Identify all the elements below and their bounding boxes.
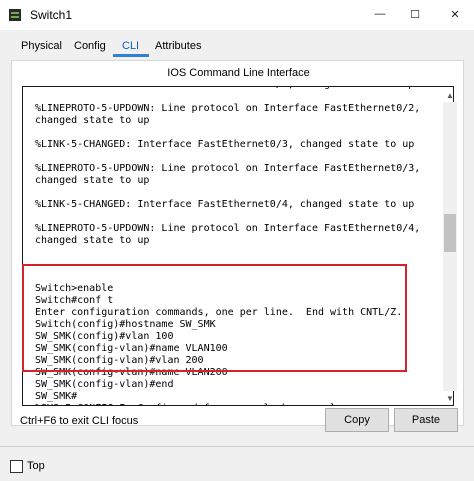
- terminal-line: %LINK-5-CHANGED: Interface FastEthernet0…: [35, 199, 415, 210]
- minimize-button[interactable]: —: [363, 0, 397, 28]
- maximize-button[interactable]: ☐: [398, 0, 432, 28]
- cli-terminal[interactable]: %LINK-5-CHANGED: Interface FastEthernet0…: [22, 86, 454, 406]
- title-bar: Switch1 — ☐ ✕: [0, 0, 474, 30]
- arrow-up-icon: ▲: [446, 90, 454, 100]
- top-checkbox-label: Top: [27, 460, 45, 472]
- terminal-line: %LINEPROTO-5-UPDOWN: Line protocol on In…: [35, 163, 421, 174]
- scroll-down-button[interactable]: ▼: [443, 391, 457, 405]
- close-icon: ✕: [450, 8, 460, 21]
- terminal-line: Enter configuration commands, one per li…: [35, 307, 403, 318]
- terminal-output: %LINK-5-CHANGED: Interface FastEthernet0…: [35, 87, 421, 405]
- arrow-down-icon: ▼: [446, 393, 454, 403]
- minimize-icon: —: [374, 8, 386, 20]
- tab-attributes[interactable]: Attributes: [155, 40, 201, 56]
- terminal-line: %SYS-5-CONFIG_I: Configured from console…: [35, 403, 420, 405]
- terminal-line: SW_SMK(config-vlan)#end: [35, 379, 174, 390]
- terminal-line: %LINEPROTO-5-UPDOWN: Line protocol on In…: [35, 223, 421, 234]
- terminal-line: %LINK-5-CHANGED: Interface FastEthernet0…: [35, 87, 420, 91]
- footer-divider: [0, 446, 474, 447]
- copy-button[interactable]: Copy: [325, 408, 389, 432]
- terminal-line: Switch#conf t: [35, 295, 114, 306]
- paste-button[interactable]: Paste: [394, 408, 458, 432]
- terminal-line: Switch>enable: [35, 283, 114, 294]
- terminal-line: SW_SMK(config-vlan)#name VLAN200: [35, 367, 228, 378]
- close-button[interactable]: ✕: [438, 0, 472, 28]
- tab-config[interactable]: Config: [74, 40, 106, 56]
- selected-tab-indicator: [113, 54, 149, 57]
- top-checkbox[interactable]: [10, 460, 23, 473]
- terminal-line: changed state to up: [35, 235, 150, 246]
- tab-physical[interactable]: Physical: [21, 40, 62, 56]
- terminal-line: SW_SMK(config)#vlan 100: [35, 331, 174, 342]
- cli-focus-hint: Ctrl+F6 to exit CLI focus: [20, 415, 139, 427]
- terminal-line: %LINEPROTO-5-UPDOWN: Line protocol on In…: [35, 103, 421, 114]
- scroll-up-button[interactable]: ▲: [443, 88, 457, 102]
- cli-panel: IOS Command Line Interface %LINK-5-CHANG…: [11, 60, 464, 426]
- terminal-line: changed state to up: [35, 175, 150, 186]
- terminal-line: SW_SMK#: [35, 391, 78, 402]
- terminal-line: %LINK-5-CHANGED: Interface FastEthernet0…: [35, 139, 415, 150]
- scrollbar-thumb[interactable]: [444, 214, 456, 252]
- terminal-line: SW_SMK(config-vlan)#vlan 200: [35, 355, 204, 366]
- cli-panel-title: IOS Command Line Interface: [167, 67, 310, 79]
- terminal-line: SW_SMK(config-vlan)#name VLAN100: [35, 343, 228, 354]
- maximize-icon: ☐: [410, 8, 420, 21]
- terminal-line: changed state to up: [35, 115, 150, 126]
- switch-app-icon: [9, 9, 21, 21]
- terminal-line: Switch(config)#hostname SW_SMK: [35, 319, 216, 330]
- window-title: Switch1: [30, 8, 73, 22]
